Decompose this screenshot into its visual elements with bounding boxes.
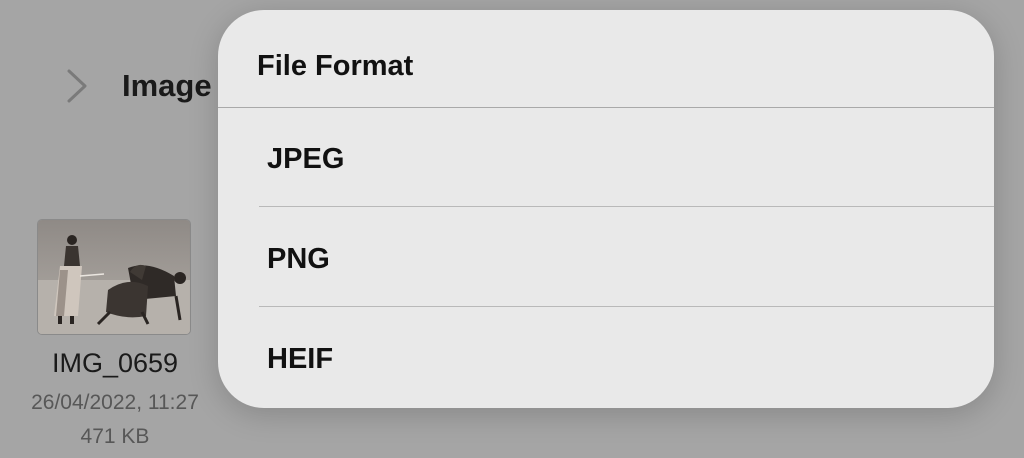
menu-divider (259, 206, 994, 207)
format-option-jpeg[interactable]: JPEG (218, 108, 994, 207)
breadcrumb-title: Image (122, 68, 212, 103)
chevron-right-icon[interactable] (64, 68, 90, 104)
file-date: 26/04/2022, 11:27 (31, 391, 199, 414)
file-size: 471 KB (80, 425, 150, 448)
format-option-label: PNG (267, 243, 330, 275)
file-format-menu: File Format JPEG PNG HEIF (218, 10, 994, 408)
menu-title: File Format (257, 50, 414, 82)
file-name: IMG_0659 (51, 348, 179, 378)
format-option-png[interactable]: PNG (218, 208, 994, 307)
menu-divider (259, 306, 994, 307)
photo-thumbnail[interactable] (37, 219, 191, 335)
format-option-label: HEIF (267, 343, 334, 375)
format-option-heif[interactable]: HEIF (218, 308, 994, 408)
format-option-label: JPEG (267, 143, 345, 175)
